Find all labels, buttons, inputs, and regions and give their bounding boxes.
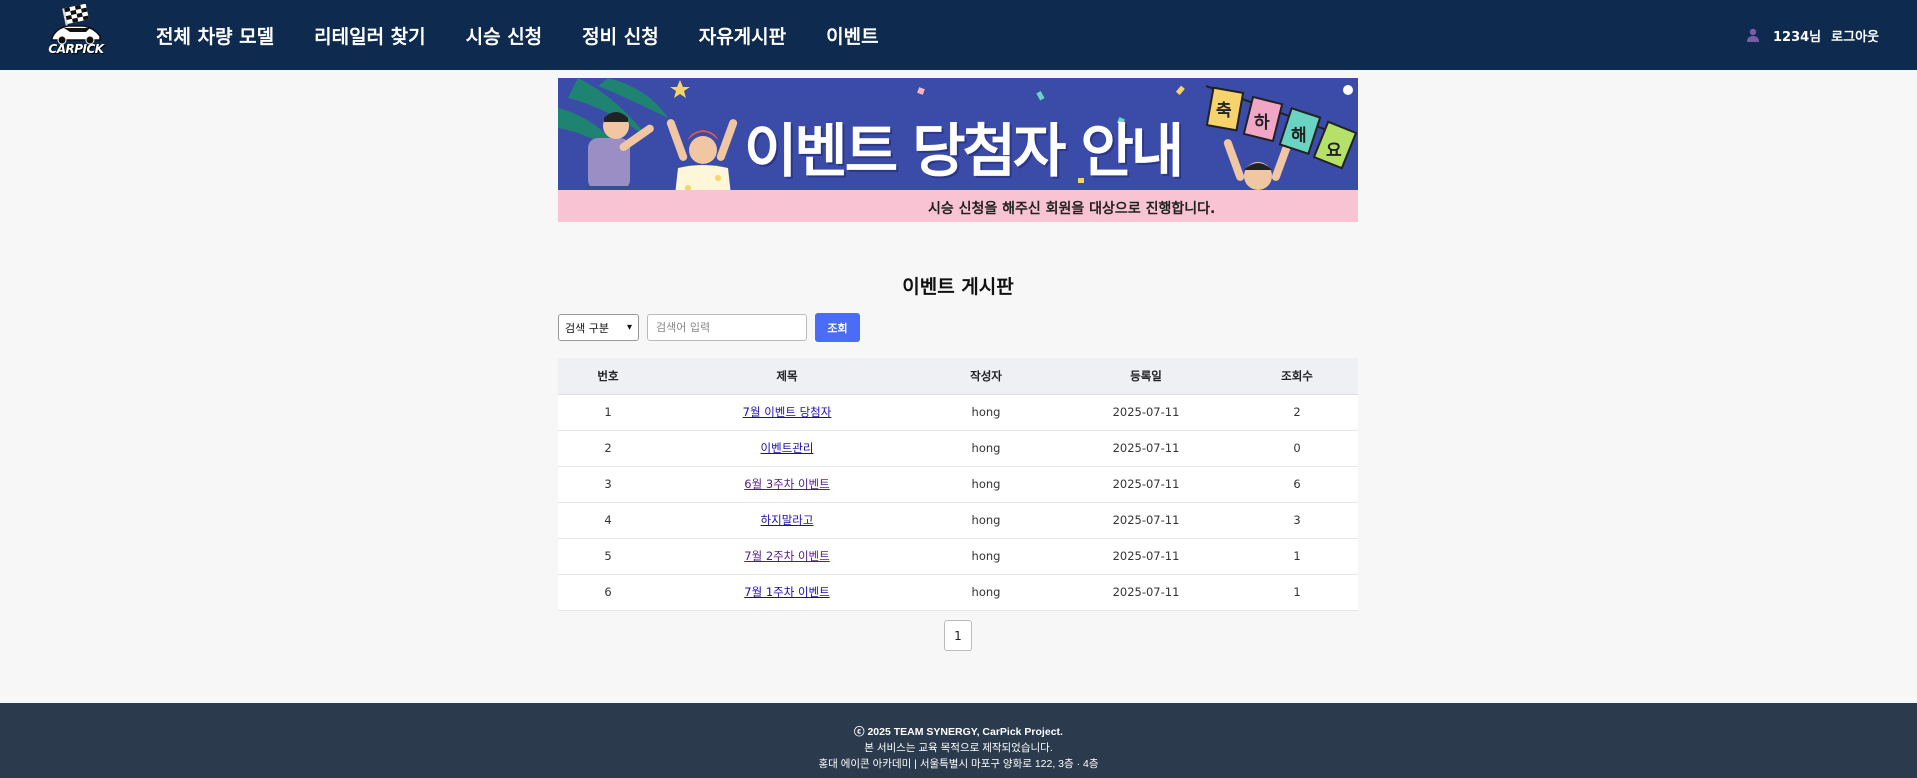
row-writer: hong: [916, 574, 1056, 611]
row-date: 2025-07-11: [1056, 430, 1236, 467]
row-date: 2025-07-11: [1056, 466, 1236, 503]
row-title-cell: 7월 2주차 이벤트: [658, 538, 916, 575]
footer-notice: 본 서비스는 교육 목적으로 제작되었습니다.: [864, 742, 1053, 754]
banner-subtitle: 시승 신청을 해주신 회원을 대상으로 진행합니다.: [928, 201, 1216, 217]
user-area: 1234님 로그아웃: [1747, 0, 1879, 70]
row-title-cell: 7월 이벤트 당첨자: [658, 394, 916, 431]
row-views: 1: [1236, 574, 1358, 611]
flag-letter: 해: [1291, 126, 1307, 146]
site-footer: ⓒ 2025 TEAM SYNERGY, CarPick Project. 본 …: [0, 703, 1917, 778]
row-date: 2025-07-11: [1056, 574, 1236, 611]
row-writer: hong: [916, 538, 1056, 575]
row-writer: hong: [916, 502, 1056, 539]
table-row: 5 7월 2주차 이벤트 hong 2025-07-11 1: [558, 538, 1358, 575]
row-title-cell: 하지말라고: [658, 502, 916, 539]
post-title-link[interactable]: 7월 1주차 이벤트: [744, 585, 829, 599]
row-views: 6: [1236, 466, 1358, 503]
post-title-link[interactable]: 7월 이벤트 당첨자: [743, 405, 832, 419]
pagination-page-button[interactable]: 1: [944, 620, 972, 651]
search-type-select[interactable]: 검색 구분 ▾: [558, 314, 639, 341]
flag-letter: 하: [1254, 113, 1270, 133]
top-navbar: CARPICK 전체 차량 모델 리테일러 찾기 시승 신청 정비 신청 자유게…: [0, 0, 1917, 70]
row-writer: hong: [916, 466, 1056, 503]
logout-link[interactable]: 로그아웃: [1831, 26, 1879, 45]
nav-event[interactable]: 이벤트: [826, 22, 878, 49]
column-header-writer: 작성자: [916, 358, 1056, 395]
search-type-label: 검색 구분: [565, 321, 609, 335]
event-board-table: 번호 제목 작성자 등록일 조회수 1 7월 이벤트 당첨자 hong 2025…: [558, 358, 1358, 611]
post-title-link[interactable]: 7월 2주차 이벤트: [744, 549, 829, 563]
table-row: 1 7월 이벤트 당첨자 hong 2025-07-11 2: [558, 394, 1358, 431]
search-button[interactable]: 조회: [815, 313, 860, 342]
row-number: 4: [558, 502, 658, 539]
nav-find-retailer[interactable]: 리테일러 찾기: [314, 22, 426, 49]
row-title-cell: 6월 3주차 이벤트: [658, 466, 916, 503]
column-header-date: 등록일: [1056, 358, 1236, 395]
row-views: 0: [1236, 430, 1358, 467]
table-row: 6 7월 1주차 이벤트 hong 2025-07-11 1: [558, 574, 1358, 611]
nav-test-drive[interactable]: 시승 신청: [466, 22, 543, 49]
row-number: 1: [558, 394, 658, 431]
post-title-link[interactable]: 하지말라고: [761, 513, 814, 527]
row-writer: hong: [916, 394, 1056, 431]
row-writer: hong: [916, 430, 1056, 467]
user-icon: [1747, 28, 1759, 42]
main-nav: 전체 차량 모델 리테일러 찾기 시승 신청 정비 신청 자유게시판 이벤트: [156, 0, 919, 70]
table-body: 1 7월 이벤트 당첨자 hong 2025-07-11 2 2 이벤트관리 h…: [558, 394, 1358, 611]
carpick-logo[interactable]: CARPICK: [44, 4, 108, 60]
board-title: 이벤트 게시판: [902, 276, 1014, 298]
table-row: 2 이벤트관리 hong 2025-07-11 0: [558, 430, 1358, 467]
row-date: 2025-07-11: [1056, 394, 1236, 431]
post-title-link[interactable]: 이벤트관리: [761, 441, 814, 455]
car-flag-logo-icon: [51, 4, 101, 45]
nav-maintenance[interactable]: 정비 신청: [582, 22, 659, 49]
row-date: 2025-07-11: [1056, 502, 1236, 539]
chevron-down-icon: ▾: [626, 322, 632, 333]
nav-free-board[interactable]: 자유게시판: [699, 22, 786, 49]
row-title-cell: 이벤트관리: [658, 430, 916, 467]
nav-all-models[interactable]: 전체 차량 모델: [156, 22, 274, 49]
row-number: 2: [558, 430, 658, 467]
column-header-title: 제목: [658, 358, 916, 395]
column-header-views: 조회수: [1236, 358, 1358, 395]
event-banner: 이벤트 당첨자 안내 축 하 해 요 시승 신청을 해주신 회원을 대상으로 진…: [558, 78, 1358, 222]
row-title-cell: 7월 1주차 이벤트: [658, 574, 916, 611]
flag-letter: 요: [1326, 141, 1342, 161]
user-name: 1234님: [1773, 29, 1822, 45]
search-input[interactable]: [647, 314, 807, 341]
table-row: 3 6월 3주차 이벤트 hong 2025-07-11 6: [558, 466, 1358, 503]
footer-address: 홍대 에이콘 아카데미 | 서울특별시 마포구 양화로 122, 3층 · 4층: [818, 758, 1099, 770]
footer-copyright: ⓒ 2025 TEAM SYNERGY, CarPick Project.: [854, 726, 1063, 738]
table-header-row: 번호 제목 작성자 등록일 조회수: [558, 358, 1358, 395]
logo-text: CARPICK: [48, 42, 104, 56]
table-row: 4 하지말라고 hong 2025-07-11 3: [558, 502, 1358, 539]
column-header-number: 번호: [558, 358, 658, 395]
row-views: 2: [1236, 394, 1358, 431]
row-views: 1: [1236, 538, 1358, 575]
row-views: 3: [1236, 502, 1358, 539]
search-bar: 검색 구분 ▾ 조회: [558, 313, 860, 342]
row-number: 5: [558, 538, 658, 575]
banner-headline: 이벤트 당첨자 안내: [744, 117, 1184, 185]
row-number: 3: [558, 466, 658, 503]
row-number: 6: [558, 574, 658, 611]
post-title-link[interactable]: 6월 3주차 이벤트: [744, 477, 829, 491]
flag-letter: 축: [1216, 101, 1232, 121]
row-date: 2025-07-11: [1056, 538, 1236, 575]
